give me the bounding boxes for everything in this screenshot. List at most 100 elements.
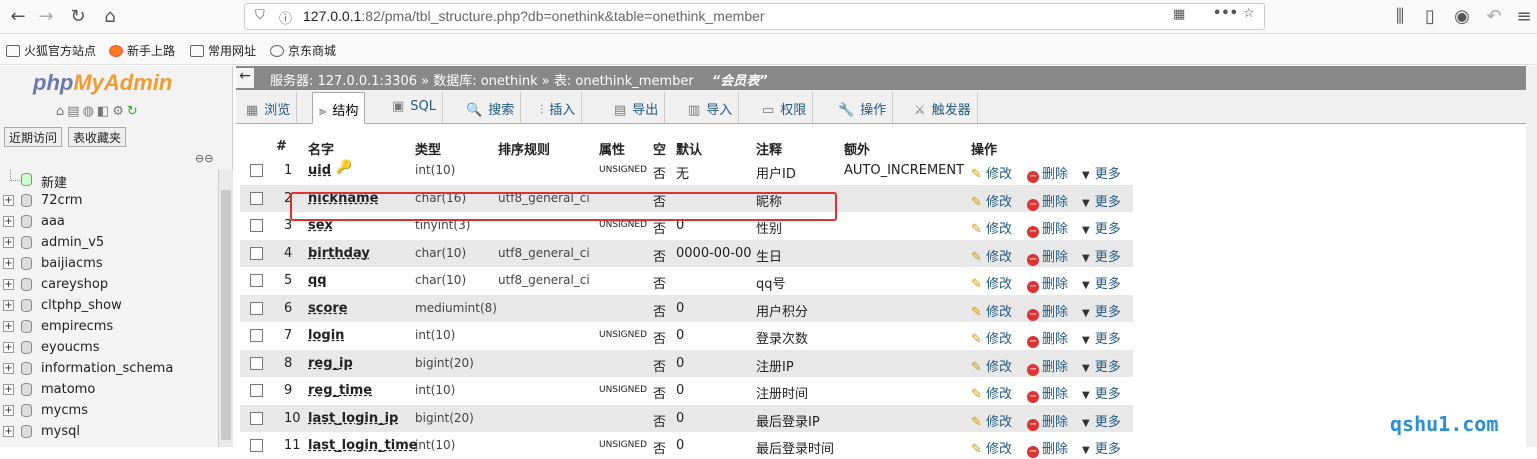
left-scrollbar[interactable] [218, 170, 233, 447]
edit-action[interactable]: ✎ 修改 [971, 301, 1012, 320]
edit-action[interactable]: ✎ 修改 [971, 191, 1012, 210]
tree-db-item[interactable]: + information_schema [0, 359, 218, 380]
bookmark-common-sites[interactable]: 常用网址 [190, 42, 256, 59]
breadcrumb-table[interactable]: 表: onethink_member [554, 74, 694, 89]
breadcrumb-server[interactable]: 服务器: 127.0.0.1:3306 [270, 74, 417, 89]
tree-db-item[interactable]: + aaa [0, 212, 218, 233]
edit-action[interactable]: ✎ 修改 [971, 383, 1012, 402]
more-action[interactable]: ▼ 更多 [1082, 383, 1121, 402]
expand-icon[interactable]: + [3, 363, 14, 374]
expand-icon[interactable]: + [3, 258, 14, 269]
link-icon[interactable]: ⊖⊖ [195, 152, 213, 165]
delete-action[interactable]: − 删除 [1027, 163, 1068, 183]
query-icon[interactable]: ◍ [83, 104, 97, 119]
tree-db-item[interactable]: + matomo [0, 380, 218, 401]
column-name[interactable]: uid [308, 163, 331, 178]
delete-action[interactable]: − 删除 [1027, 438, 1068, 458]
edit-action[interactable]: ✎ 修改 [971, 411, 1012, 430]
column-name[interactable]: score [308, 301, 348, 316]
row-checkbox[interactable] [250, 356, 263, 370]
more-action[interactable]: ▼ 更多 [1082, 273, 1121, 292]
edit-action[interactable]: ✎ 修改 [971, 328, 1012, 347]
tree-db-item[interactable]: + baijiacms [0, 254, 218, 275]
edit-action[interactable]: ✎ 修改 [971, 218, 1012, 237]
edit-action[interactable]: ✎ 修改 [971, 356, 1012, 375]
account-icon[interactable]: ◉ [1450, 5, 1474, 29]
header-collation[interactable]: 排序规则 [498, 139, 550, 158]
delete-action[interactable]: − 删除 [1027, 411, 1068, 431]
tab-triggers[interactable]: ⚔ 触发器 [908, 92, 978, 124]
tree-db-item[interactable]: + cltphp_show [0, 296, 218, 317]
delete-action[interactable]: − 删除 [1027, 328, 1068, 348]
delete-action[interactable]: − 删除 [1027, 383, 1068, 403]
column-name[interactable]: login [308, 328, 344, 343]
column-name[interactable]: last_login_ip [308, 411, 398, 426]
tree-db-item[interactable]: + eyoucms [0, 338, 218, 359]
sidebar-icon[interactable]: ▯ [1418, 5, 1442, 29]
reload-icon[interactable]: ↻ [66, 5, 90, 29]
row-checkbox[interactable] [250, 274, 263, 287]
column-name[interactable]: reg_ip [308, 356, 353, 371]
tab-import[interactable]: ▥ 导入 [682, 92, 740, 124]
tree-db-item[interactable]: + careyshop [0, 275, 218, 296]
tab-recent[interactable]: 近期访问 [4, 127, 63, 147]
row-checkbox[interactable] [250, 384, 263, 397]
row-checkbox[interactable] [250, 329, 263, 342]
expand-icon[interactable]: + [3, 321, 14, 332]
edit-action[interactable]: ✎ 修改 [971, 438, 1012, 457]
more-action[interactable]: ▼ 更多 [1082, 191, 1121, 210]
expand-icon[interactable]: + [3, 195, 14, 206]
menu-icon[interactable]: ≡ [1512, 5, 1536, 29]
row-checkbox[interactable] [250, 439, 263, 452]
column-name[interactable]: last_login_time [308, 438, 418, 453]
expand-icon[interactable]: + [3, 384, 14, 395]
header-type[interactable]: 类型 [415, 139, 441, 158]
tree-db-item[interactable]: + admin_v5 [0, 233, 218, 254]
header-name[interactable]: 名字 [308, 139, 334, 158]
main-scrollbar[interactable] [1526, 66, 1537, 447]
delete-action[interactable]: − 删除 [1027, 246, 1068, 266]
header-comment[interactable]: 注释 [756, 139, 782, 158]
delete-action[interactable]: − 删除 [1027, 356, 1068, 376]
expand-icon[interactable]: + [3, 216, 14, 227]
more-action[interactable]: ▼ 更多 [1082, 218, 1121, 237]
phpmyadmin-logo[interactable]: phpMyAdmin [33, 70, 172, 96]
row-checkbox[interactable] [250, 164, 263, 177]
bookmark-firefox-official[interactable]: 火狐官方站点 [6, 42, 96, 59]
header-extra[interactable]: 额外 [844, 139, 870, 158]
expand-icon[interactable]: + [3, 426, 14, 437]
bookmark-jd[interactable]: 京东商城 [270, 42, 336, 59]
refresh-icon[interactable]: ↻ [127, 104, 141, 119]
star-icon[interactable]: ☆ [1243, 6, 1255, 21]
more-action[interactable]: ▼ 更多 [1082, 438, 1121, 457]
docs-icon[interactable]: ◧ [97, 104, 112, 119]
row-checkbox[interactable] [250, 219, 263, 232]
row-checkbox[interactable] [250, 246, 263, 260]
delete-action[interactable]: − 删除 [1027, 218, 1068, 238]
forward-icon[interactable]: → [34, 5, 58, 29]
tab-favorites[interactable]: 表收藏夹 [68, 127, 127, 147]
tab-insert[interactable]: ⫶ 插入 [534, 92, 583, 124]
bookmark-getting-started[interactable]: 新手上路 [109, 42, 175, 59]
breadcrumb-database[interactable]: 数据库: onethink [433, 74, 537, 89]
row-checkbox[interactable] [250, 411, 263, 425]
more-icon[interactable]: ••• [1213, 6, 1238, 21]
column-name[interactable]: qq [308, 273, 327, 288]
header-null[interactable]: 空 [653, 139, 666, 158]
tab-privileges[interactable]: ▭ 权限 [756, 92, 814, 124]
edit-action[interactable]: ✎ 修改 [971, 163, 1012, 182]
tab-export[interactable]: ▤ 导出 [608, 92, 666, 124]
more-action[interactable]: ▼ 更多 [1082, 411, 1121, 430]
expand-icon[interactable]: + [3, 342, 14, 353]
column-name[interactable]: birthday [308, 246, 370, 261]
exit-icon[interactable]: ▤ [67, 104, 82, 119]
scroll-thumb[interactable] [221, 190, 231, 440]
settings-icon[interactable]: ⚙ [112, 104, 127, 119]
qr-code-icon[interactable]: ▦ [1173, 7, 1185, 22]
row-checkbox[interactable] [250, 191, 263, 205]
header-default[interactable]: 默认 [676, 139, 702, 158]
more-action[interactable]: ▼ 更多 [1082, 246, 1121, 265]
tab-search[interactable]: 🔍 搜索 [460, 92, 522, 124]
more-action[interactable]: ▼ 更多 [1082, 328, 1121, 347]
undo-icon[interactable]: ↶ [1482, 5, 1506, 29]
